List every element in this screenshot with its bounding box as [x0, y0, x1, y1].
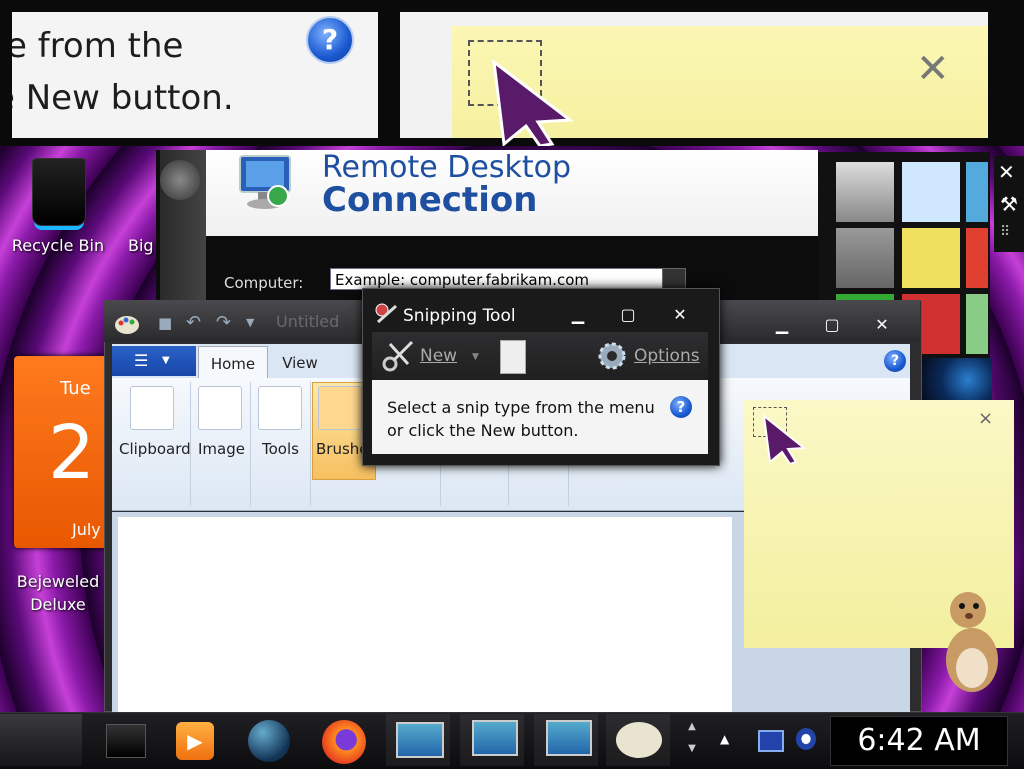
red-tile — [966, 228, 988, 288]
bejeweled-label[interactable]: Bejeweled Deluxe — [8, 572, 108, 614]
tools-label: Tools — [262, 440, 299, 458]
zoom-text-line2: e New button. — [12, 78, 234, 118]
sidebar-grip-icon[interactable]: ⠿ — [1000, 224, 1011, 240]
calendar-day: Tue — [60, 378, 91, 399]
paint-maximize-button[interactable]: ▢ — [810, 312, 854, 338]
hamster-icon — [946, 592, 998, 692]
taskbar-media-button[interactable]: ▶ — [164, 714, 228, 766]
taskbar-desktop-button[interactable] — [92, 714, 156, 766]
bejeweled-label-line1: Bejeweled — [16, 572, 100, 591]
taskbar-globe-button[interactable] — [238, 714, 302, 766]
clipboard-label: Clipboard — [119, 440, 191, 458]
clock-tile — [836, 162, 894, 222]
paint-canvas[interactable] — [118, 517, 732, 712]
taskbar-paint-button[interactable] — [606, 714, 670, 766]
start-button[interactable] — [0, 714, 82, 766]
taskbar-firefox-button[interactable] — [312, 714, 376, 766]
cursor-icon — [762, 414, 807, 464]
zoom-close-icon: ✕ — [916, 46, 950, 92]
taskbar-scroll-buttons[interactable]: ▲ ▼ — [682, 716, 702, 764]
volume-icon[interactable] — [796, 728, 816, 750]
options-button[interactable]: Options — [634, 346, 700, 366]
scissors-icon — [382, 340, 414, 372]
image-select-icon — [198, 386, 242, 430]
redo-icon[interactable]: ↷ — [216, 312, 231, 333]
tab-home[interactable]: Home — [198, 346, 268, 379]
green-tile-2 — [966, 294, 988, 354]
remote-desktop-icon — [472, 720, 518, 756]
taskbar-clock[interactable]: 6:42 AM — [830, 716, 1008, 766]
new-dropdown-icon[interactable]: ▼ — [472, 352, 479, 362]
cancel-snip-icon[interactable] — [500, 340, 526, 374]
sidebar-wrench-icon[interactable]: ⚒ — [1000, 192, 1018, 216]
remote-desktop-icon — [239, 155, 291, 209]
image-label: Image — [198, 440, 245, 458]
show-hidden-icons-icon[interactable]: ▲ — [720, 732, 729, 746]
network-icon[interactable] — [758, 730, 784, 752]
paint-app-icon — [115, 316, 139, 334]
quick-access-toolbar: ■ ↶ ↷ ▼ — [152, 312, 262, 334]
firefox-icon — [322, 720, 366, 764]
computer-icon — [396, 722, 444, 758]
chevron-down-icon: ▼ — [162, 355, 170, 366]
paint-help-icon[interactable]: ? — [884, 350, 906, 372]
tools-icon — [258, 386, 302, 430]
snipping-tool-title: Snipping Tool — [403, 306, 516, 326]
zoom-text-line1: e from the — [12, 26, 184, 66]
recycle-bin-icon[interactable] — [32, 158, 86, 226]
clipboard-icon — [130, 386, 174, 430]
brush-icon — [318, 386, 362, 430]
new-snip-button[interactable]: New — [420, 346, 457, 366]
computer-input[interactable]: Example: computer.fabrikam.com — [330, 268, 680, 290]
orb-icon — [160, 160, 200, 200]
snipping-tool-app-icon — [375, 303, 397, 324]
save-icon[interactable]: ■ — [158, 314, 172, 332]
paint-minimize-button[interactable]: ▁ — [760, 312, 804, 338]
remote-desktop-side-panel — [160, 150, 206, 306]
photo-tile — [902, 162, 960, 222]
bejeweled-label-line2: Deluxe — [30, 595, 86, 614]
sidebar-controls: ✕ ⚒ ⠿ — [994, 156, 1024, 252]
photo-tile-2 — [966, 162, 988, 222]
desktop-icon — [106, 724, 146, 758]
qat-dropdown-icon[interactable]: ▼ — [246, 316, 254, 329]
sidebar-close-icon[interactable]: ✕ — [998, 160, 1015, 184]
remote-connection-icon — [546, 720, 592, 756]
media-player-icon: ▶ — [176, 722, 214, 760]
paint-icon — [616, 722, 662, 758]
undo-icon[interactable]: ↶ — [186, 312, 201, 333]
yellow-tile — [902, 228, 960, 288]
snipping-help-icon[interactable]: ? — [670, 396, 692, 418]
globe-icon — [248, 720, 290, 762]
menu-list-icon: ☰ — [134, 351, 149, 370]
windows-orb-icon — [920, 358, 992, 402]
paint-window-title: Untitled — [276, 312, 340, 331]
taskbar-computer-button[interactable] — [386, 714, 450, 766]
paint-menu-button[interactable]: ☰ ▼ — [112, 346, 196, 376]
remote-desktop-title-bottom: Connection — [322, 180, 538, 220]
snipping-instructions: Select a snip type from the menu or clic… — [387, 398, 655, 440]
play-tile — [836, 228, 894, 288]
paint-close-button[interactable]: ✕ — [860, 312, 904, 338]
zoom-help-icon: ? — [306, 16, 354, 64]
big-shortcut-label[interactable]: Big — [128, 236, 158, 255]
snip-maximize-button[interactable]: ▢ — [606, 302, 650, 328]
computer-label: Computer: — [224, 274, 304, 292]
recycle-bin-label[interactable]: Recycle Bin — [8, 236, 108, 255]
taskbar-remote-button[interactable] — [460, 714, 524, 766]
taskbar-remote-connection-button[interactable] — [534, 714, 598, 766]
snip-close-button[interactable]: ✕ — [658, 302, 702, 328]
calendar-date: 2 — [48, 410, 96, 496]
zoom-cursor-icon — [492, 60, 575, 146]
sticky-note-close-icon[interactable]: × — [978, 408, 993, 429]
tab-view[interactable]: View — [270, 346, 330, 378]
calendar-month: July — [72, 520, 101, 539]
gear-icon — [598, 342, 626, 370]
snip-minimize-button[interactable]: ▁ — [556, 302, 600, 328]
